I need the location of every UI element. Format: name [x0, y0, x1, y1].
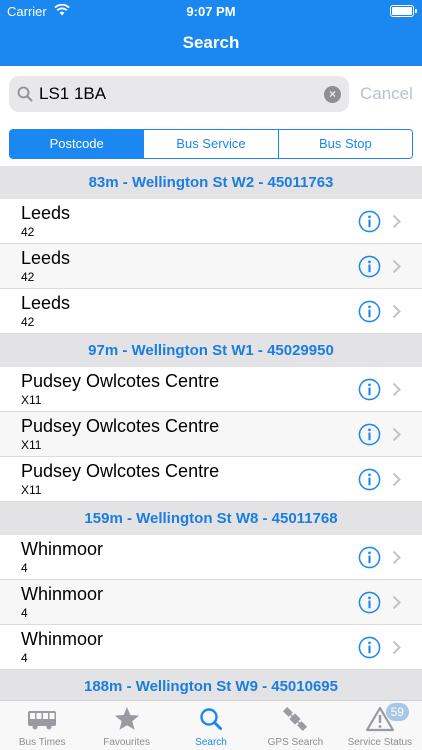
chevron-right-icon [392, 382, 401, 397]
info-icon[interactable] [358, 423, 381, 446]
destination-label: Whinmoor [21, 584, 104, 604]
tab-service-status[interactable]: 59 Service Status [338, 701, 422, 750]
status-bar: Carrier 9:07 PM [0, 0, 422, 22]
info-icon[interactable] [358, 255, 381, 278]
info-icon[interactable] [358, 300, 381, 323]
destination-label: Leeds [21, 293, 71, 313]
route-number: X11 [21, 438, 42, 452]
route-number: X11 [21, 393, 42, 407]
magnifier-icon [17, 86, 33, 102]
table-row[interactable]: Pudsey Owlcotes Centre X11 [0, 412, 422, 457]
table-row[interactable]: Whinmoor 4 [0, 535, 422, 580]
table-row[interactable]: Pudsey Owlcotes Centre X11 [0, 457, 422, 502]
tab-label: Search [195, 737, 227, 748]
chevron-right-icon [392, 550, 401, 565]
search-icon [200, 708, 223, 730]
table-row[interactable]: Leeds 42 [0, 199, 422, 244]
destination-label: Pudsey Owlcotes Centre [21, 416, 220, 436]
route-number: 4 [21, 606, 28, 620]
search-input[interactable] [39, 82, 319, 106]
tab-label: Favourites [103, 737, 150, 748]
tab-gps-search[interactable]: GPS Search [253, 701, 337, 750]
info-icon[interactable] [358, 468, 381, 491]
destination-label: Leeds [21, 248, 71, 268]
segment-postcode[interactable]: Postcode [10, 130, 144, 158]
results-list: 83m - Wellington St W2 - 45011763 Leeds … [0, 166, 422, 703]
satellite-icon [283, 706, 308, 732]
tab-favourites[interactable]: Favourites [84, 701, 168, 750]
clear-icon[interactable]: × [324, 86, 341, 103]
info-icon[interactable] [358, 378, 381, 401]
tab-label: Service Status [347, 737, 413, 748]
destination-label: Whinmoor [21, 629, 104, 649]
status-badge: 59 [385, 703, 409, 721]
tab-label: Bus Times [18, 737, 66, 748]
route-number: X11 [21, 483, 42, 497]
chevron-right-icon [392, 259, 401, 274]
route-number: 4 [21, 561, 28, 575]
destination-label: Pudsey Owlcotes Centre [21, 461, 220, 481]
chevron-right-icon [392, 304, 401, 319]
battery-icon [390, 5, 417, 17]
info-icon[interactable] [358, 636, 381, 659]
destination-label: Pudsey Owlcotes Centre [21, 371, 220, 391]
info-icon[interactable] [358, 210, 381, 233]
tab-bar: Bus Times Favourites Search GPS Search 5… [0, 700, 422, 750]
section-header: 97m - Wellington St W1 - 45029950 [0, 334, 422, 367]
info-icon[interactable] [358, 546, 381, 569]
table-row[interactable]: Whinmoor 4 [0, 625, 422, 670]
star-icon [114, 707, 139, 730]
destination-label: Whinmoor [21, 539, 104, 559]
tab-label: GPS Search [267, 737, 324, 748]
tab-bus-times[interactable]: Bus Times [0, 701, 84, 750]
route-number: 42 [21, 270, 35, 284]
section-header: 159m - Wellington St W8 - 45011768 [0, 502, 422, 535]
status-time: 9:07 PM [186, 4, 236, 19]
search-type-bar: Postcode Bus Service Bus Stop [0, 122, 422, 166]
chevron-right-icon [392, 595, 401, 610]
search-field[interactable]: × [9, 76, 349, 112]
section-header: 83m - Wellington St W2 - 45011763 [0, 166, 422, 199]
search-type-segmented-control: Postcode Bus Service Bus Stop [9, 129, 413, 159]
destination-label: Leeds [21, 203, 71, 223]
chevron-right-icon [392, 640, 401, 655]
tab-search[interactable]: Search [169, 701, 253, 750]
search-bar: × Cancel [0, 66, 422, 122]
route-number: 42 [21, 225, 35, 239]
route-number: 4 [21, 651, 28, 665]
cancel-button[interactable]: Cancel [360, 84, 413, 104]
table-row[interactable]: Leeds 42 [0, 289, 422, 334]
route-number: 42 [21, 315, 35, 329]
chevron-right-icon [392, 472, 401, 487]
segment-bus-service[interactable]: Bus Service [143, 130, 278, 158]
section-header: 188m - Wellington St W9 - 45010695 [0, 670, 422, 703]
table-row[interactable]: Whinmoor 4 [0, 580, 422, 625]
chevron-right-icon [392, 427, 401, 442]
bus-icon [28, 711, 57, 730]
table-row[interactable]: Leeds 42 [0, 244, 422, 289]
info-icon[interactable] [358, 591, 381, 614]
chevron-right-icon [392, 214, 401, 229]
page-title: Search [182, 33, 240, 52]
segment-bus-stop[interactable]: Bus Stop [277, 130, 412, 158]
table-row[interactable]: Pudsey Owlcotes Centre X11 [0, 367, 422, 412]
